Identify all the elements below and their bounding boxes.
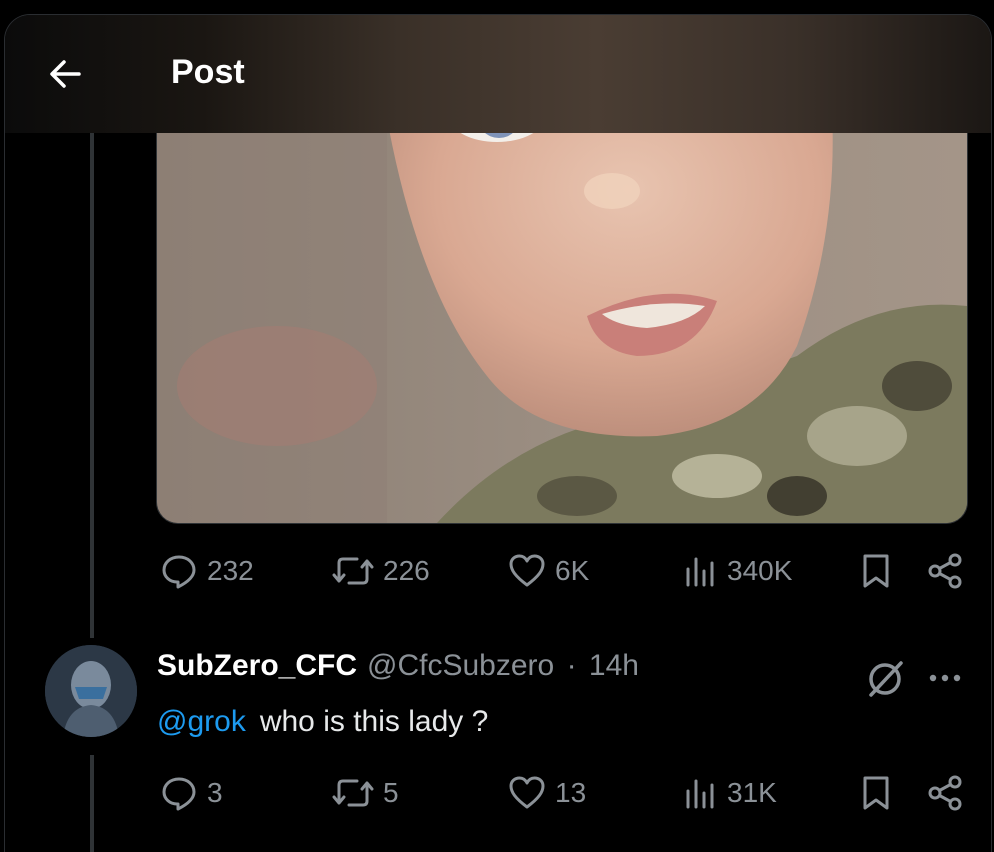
thread-line: [90, 133, 94, 638]
app-frame: Post 232 226 6K 340K SubZero_CFC @CfcSub…: [4, 14, 992, 852]
views-button[interactable]: 340K: [683, 549, 792, 593]
reply-handle[interactable]: @CfcSubzero: [367, 649, 554, 682]
reply-count: 232: [207, 555, 254, 586]
reply-button[interactable]: 232: [159, 549, 254, 593]
back-button[interactable]: [43, 51, 89, 97]
like-count: 6K: [555, 555, 590, 586]
like-button[interactable]: 6K: [507, 549, 589, 593]
reply-bubble-icon: [162, 555, 196, 589]
avatar-image: [45, 645, 137, 737]
repost-button[interactable]: 226: [331, 549, 430, 593]
bookmark-button[interactable]: [859, 549, 893, 593]
bar-chart-icon: [686, 779, 714, 809]
reply-bookmark-button[interactable]: [859, 771, 893, 815]
thread-line-continued: [90, 755, 94, 852]
bookmark-icon: [863, 554, 889, 588]
post-action-bar: 232 226 6K 340K: [155, 549, 967, 593]
top-bar: Post: [5, 15, 991, 133]
reply-views-button[interactable]: 31K: [683, 771, 777, 815]
page-title: Post: [171, 53, 245, 91]
grok-button[interactable]: [863, 657, 907, 701]
avatar[interactable]: [45, 645, 137, 737]
reply-text: who is this lady ?: [259, 705, 489, 738]
grok-icon: [869, 661, 903, 697]
mention-link[interactable]: @grok: [157, 705, 246, 738]
reply-share-button[interactable]: [925, 771, 965, 815]
view-count: 340K: [727, 555, 793, 586]
repost-count: 226: [383, 555, 430, 586]
bookmark-icon: [863, 776, 889, 810]
reply-repost-count: 5: [383, 777, 399, 808]
reply-body: @grok who is this lady ?: [157, 705, 488, 739]
reply-display-name[interactable]: SubZero_CFC: [157, 649, 357, 682]
reply-separator: ·: [566, 649, 577, 682]
bar-chart-icon: [686, 557, 714, 587]
heart-icon: [509, 554, 545, 587]
share-icon: [928, 775, 962, 811]
reply-reply-count: 3: [207, 777, 223, 808]
more-options-button[interactable]: [925, 663, 965, 693]
reply-like-count: 13: [555, 777, 587, 808]
heart-icon: [509, 776, 545, 809]
reply-view-count: 31K: [727, 777, 777, 808]
share-icon: [928, 553, 962, 589]
share-button[interactable]: [925, 549, 965, 593]
reply-reply-button[interactable]: 3: [159, 771, 223, 815]
reply-repost-button[interactable]: 5: [331, 771, 399, 815]
reply-header: SubZero_CFC @CfcSubzero · 14h: [157, 649, 639, 683]
repost-icon: [332, 557, 374, 585]
arrow-left-icon: [50, 60, 81, 88]
reply-action-bar: 3 5 13 31K: [155, 771, 967, 815]
reply-like-button[interactable]: 13: [507, 771, 586, 815]
repost-icon: [332, 779, 374, 807]
reply-time[interactable]: 14h: [589, 649, 639, 682]
more-dots-icon: [929, 674, 961, 682]
reply-bubble-icon: [162, 777, 196, 811]
